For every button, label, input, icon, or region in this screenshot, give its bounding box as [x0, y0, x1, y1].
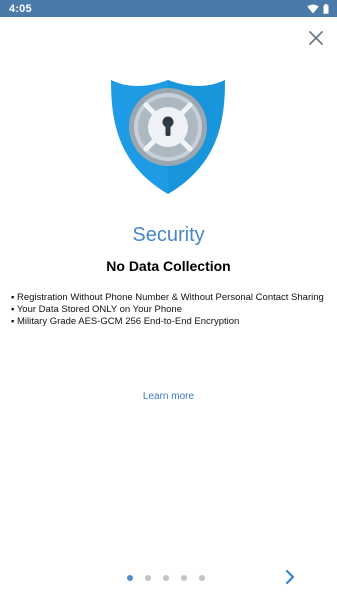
close-icon[interactable] [305, 27, 327, 49]
feature-item: ▪ Registration Without Phone Number & Wi… [11, 292, 324, 303]
page-dot[interactable] [145, 575, 151, 581]
page-dot[interactable] [199, 575, 205, 581]
feature-list: ▪ Registration Without Phone Number & Wi… [11, 292, 327, 328]
learn-more-link[interactable]: Learn more [0, 391, 337, 402]
next-button[interactable] [281, 568, 299, 586]
chevron-right-icon[interactable] [281, 568, 299, 586]
page-dot[interactable] [181, 575, 187, 581]
close-button[interactable] [305, 27, 327, 49]
battery-icon [323, 3, 329, 14]
status-icons [307, 3, 329, 14]
status-time: 4:05 [9, 2, 32, 15]
status-bar: 4:05 [0, 0, 337, 17]
wifi-icon [307, 4, 319, 14]
page-dot-active[interactable] [127, 575, 133, 581]
page-dot[interactable] [163, 575, 169, 581]
feature-item: ▪ Military Grade AES-GCM 256 End-to-End … [11, 316, 240, 327]
slide-title: Security [132, 224, 205, 246]
feature-item: ▪ Your Data Stored ONLY on Your Phone [11, 304, 182, 315]
slide-subtitle: No Data Collection [106, 258, 231, 274]
security-shield-icon [109, 76, 227, 196]
page-indicator [127, 575, 205, 581]
